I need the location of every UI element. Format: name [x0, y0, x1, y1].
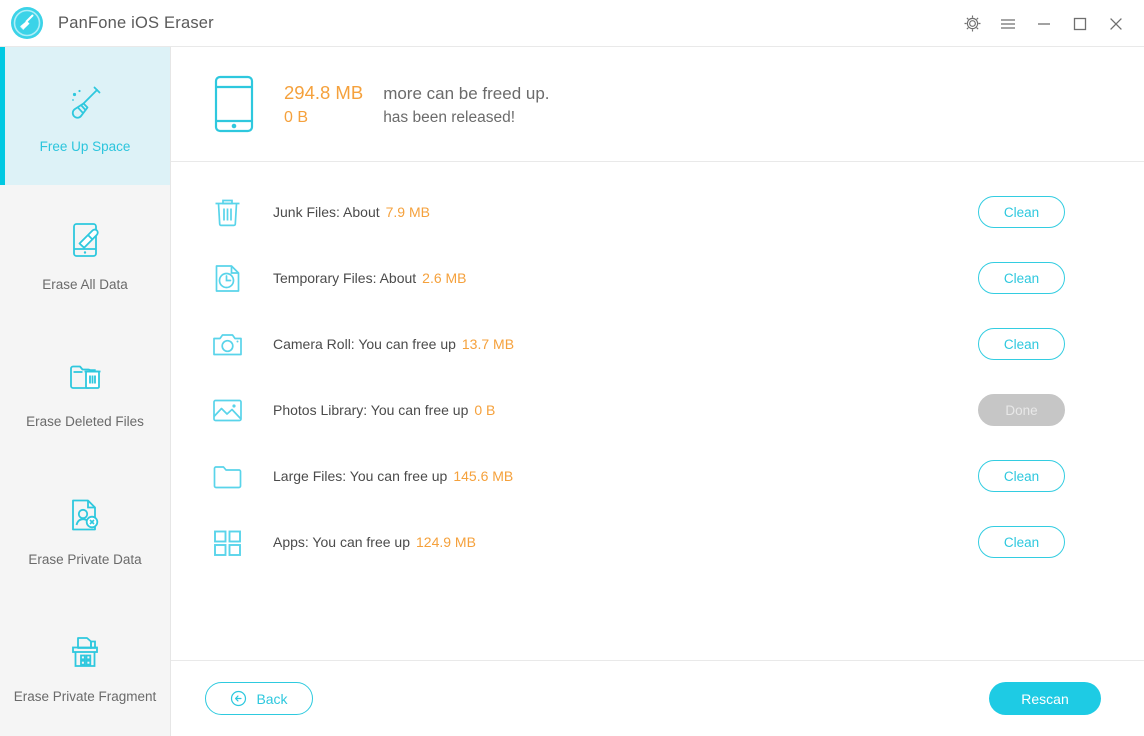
application-window: PanFone iOS Eraser Free Up Space Erase A…	[0, 0, 1144, 736]
sidebar-item-label: Erase Private Data	[28, 551, 142, 567]
document-user-remove-icon	[72, 499, 99, 530]
app-title: PanFone iOS Eraser	[58, 13, 214, 32]
clean-button[interactable]: Clean	[978, 526, 1065, 558]
sidebar-item-erase-private-fragment[interactable]: Erase Private Fragment	[0, 597, 170, 735]
image-icon	[213, 399, 242, 421]
item-amount: 0 B	[474, 402, 496, 418]
minimize-icon[interactable]	[1026, 7, 1062, 41]
item-label: Temporary Files: About 2.6 MB	[273, 270, 467, 286]
trash-icon	[215, 199, 240, 226]
sidebar-item-label: Erase All Data	[42, 276, 128, 292]
file-cabinet-icon	[72, 637, 98, 667]
item-amount: 145.6 MB	[453, 468, 514, 484]
clean-button[interactable]: Clean	[978, 460, 1065, 492]
item-label: Apps: You can free up 124.9 MB	[273, 534, 476, 550]
table-row: Junk Files: About 7.9 MB Clean	[171, 179, 1144, 245]
sidebar-item-label: Free Up Space	[39, 139, 131, 154]
freeable-message: more can be freed up.	[383, 83, 550, 103]
back-button[interactable]: Back	[205, 682, 313, 715]
gear-icon[interactable]	[954, 7, 990, 41]
footer-bar: Back Rescan	[171, 660, 1144, 736]
storage-summary: 294.8 MB more can be freed up. 0 B has b…	[171, 47, 1144, 162]
apps-grid-icon	[214, 530, 241, 556]
folder-icon	[213, 465, 242, 488]
sidebar-item-label: Erase Private Fragment	[13, 689, 157, 704]
item-label: Large Files: You can free up 145.6 MB	[273, 468, 514, 484]
sidebar-item-erase-private-data[interactable]: Erase Private Data	[0, 460, 170, 598]
window-controls	[954, 0, 1134, 47]
folder-trash-icon	[70, 365, 101, 389]
sidebar-item-label: Erase Deleted Files	[26, 414, 144, 429]
title-bar: PanFone iOS Eraser	[0, 0, 1144, 47]
arrow-left-circle-icon	[231, 690, 247, 707]
sidebar-item-erase-deleted-files[interactable]: Erase Deleted Files	[0, 322, 170, 460]
item-label: Photos Library: You can free up 0 B	[273, 402, 496, 418]
item-amount: 7.9 MB	[385, 204, 430, 220]
item-label: Camera Roll: You can free up 13.7 MB	[273, 336, 515, 352]
done-button: Done	[978, 394, 1065, 426]
item-label: Junk Files: About 7.9 MB	[273, 204, 430, 220]
main-content: 294.8 MB more can be freed up. 0 B has b…	[171, 47, 1144, 736]
camera-icon	[213, 333, 242, 355]
phone-eraser-icon	[73, 222, 99, 257]
item-amount: 124.9 MB	[416, 534, 476, 550]
table-row: Camera Roll: You can free up 13.7 MB Clea…	[171, 311, 1144, 377]
back-label: Back	[256, 690, 288, 707]
sidebar: Free Up Space Erase All Data Erase Delet…	[0, 47, 171, 736]
broom-circle-logo	[11, 7, 43, 39]
window-body: Free Up Space Erase All Data Erase Delet…	[0, 47, 1144, 736]
cleanup-item-list: Junk Files: About 7.9 MB Clean Temporary …	[171, 162, 1144, 660]
table-row: Large Files: You can free up 145.6 MB Cle…	[171, 443, 1144, 509]
maximize-icon[interactable]	[1062, 7, 1098, 41]
close-icon[interactable]	[1098, 7, 1134, 41]
hamburger-menu-icon[interactable]	[990, 7, 1026, 41]
freeable-value: 294.8 MB	[284, 81, 364, 103]
clean-button[interactable]: Clean	[978, 262, 1065, 294]
item-amount: 13.7 MB	[461, 336, 515, 352]
sidebar-item-erase-all-data[interactable]: Erase All Data	[0, 185, 170, 323]
clean-button[interactable]: Clean	[978, 328, 1065, 360]
table-row: Temporary Files: About 2.6 MB Clean	[171, 245, 1144, 311]
sidebar-item-free-up-space[interactable]: Free Up Space	[0, 47, 170, 185]
rescan-button[interactable]: Rescan	[989, 682, 1101, 715]
clock-file-icon	[215, 264, 240, 292]
item-amount: 2.6 MB	[422, 270, 467, 286]
released-message: has been released!	[383, 108, 516, 126]
clean-button[interactable]: Clean	[978, 196, 1065, 228]
table-row: Apps: You can free up 124.9 MB Clean	[171, 509, 1144, 575]
summary-text: 294.8 MB more can be freed up. 0 B has b…	[284, 82, 550, 127]
released-value: 0 B	[284, 108, 309, 126]
smartphone-icon	[214, 75, 254, 133]
broom-icon	[71, 86, 101, 119]
table-row: Photos Library: You can free up 0 B Done	[171, 377, 1144, 443]
